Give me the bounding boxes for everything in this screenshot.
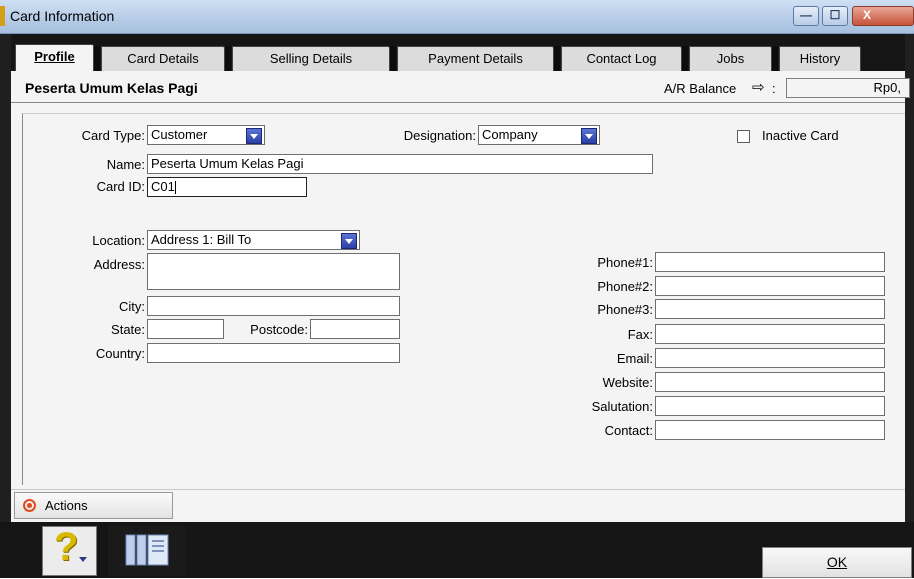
country-label: Country: bbox=[95, 346, 145, 361]
title-bar[interactable] bbox=[0, 0, 914, 34]
maximize-button[interactable]: ☐ bbox=[822, 6, 848, 26]
postcode-input[interactable] bbox=[310, 319, 400, 339]
ar-balance-colon: : bbox=[772, 81, 776, 96]
tab-label: Card Details bbox=[127, 51, 199, 66]
tab-selling-details[interactable]: Selling Details bbox=[232, 46, 390, 71]
ok-button[interactable]: OK bbox=[762, 547, 912, 578]
salutation-input[interactable] bbox=[655, 396, 885, 416]
text-cursor bbox=[174, 181, 176, 195]
help-icon: ? bbox=[54, 525, 79, 569]
location-value: Address 1: Bill To bbox=[151, 232, 252, 247]
state-input[interactable] bbox=[147, 319, 224, 339]
tab-label: Selling Details bbox=[269, 51, 353, 66]
ar-balance-label: A/R Balance bbox=[664, 81, 737, 96]
window-frame-left bbox=[0, 34, 11, 522]
address-label: Address: bbox=[93, 257, 145, 272]
tab-card-details[interactable]: Card Details bbox=[101, 46, 225, 71]
tab-jobs[interactable]: Jobs bbox=[689, 46, 772, 71]
tab-separator bbox=[682, 46, 688, 71]
state-label: State: bbox=[111, 322, 145, 337]
zoom-arrow-icon[interactable]: ⇨ bbox=[752, 78, 765, 96]
fax-label: Fax: bbox=[627, 327, 653, 342]
phone2-label: Phone#2: bbox=[597, 279, 653, 294]
name-input[interactable]: Peserta Umum Kelas Pagi bbox=[147, 154, 653, 174]
designation-label: Designation: bbox=[403, 128, 476, 143]
website-label: Website: bbox=[602, 375, 653, 390]
address-book-button[interactable] bbox=[108, 526, 186, 576]
window-title: Card Information bbox=[10, 8, 115, 24]
name-label: Name: bbox=[106, 157, 145, 172]
phone1-label: Phone#1: bbox=[597, 255, 653, 270]
phone2-input[interactable] bbox=[655, 276, 885, 296]
email-label: Email: bbox=[616, 351, 653, 366]
chevron-down-icon bbox=[79, 557, 87, 562]
location-select[interactable]: Address 1: Bill To bbox=[147, 230, 360, 250]
maximize-icon: ☐ bbox=[829, 8, 841, 22]
salutation-label: Salutation: bbox=[591, 399, 653, 414]
app-icon bbox=[0, 6, 5, 26]
contact-label: Contact: bbox=[604, 423, 653, 438]
contact-input[interactable] bbox=[655, 420, 885, 440]
tab-separator bbox=[94, 46, 100, 71]
card-type-value: Customer bbox=[151, 127, 208, 142]
card-id-input[interactable]: C01 bbox=[147, 177, 307, 197]
tab-label: Jobs bbox=[716, 51, 745, 66]
tab-separator bbox=[772, 46, 778, 71]
card-type-label: Card Type: bbox=[81, 128, 145, 143]
fax-input[interactable] bbox=[655, 324, 885, 344]
minimize-icon: — bbox=[800, 8, 812, 22]
card-id-value: C01 bbox=[151, 179, 175, 194]
location-label: Location: bbox=[92, 233, 145, 248]
email-input[interactable] bbox=[655, 348, 885, 368]
phone3-input[interactable] bbox=[655, 299, 885, 319]
tab-separator bbox=[390, 46, 396, 71]
actions-button[interactable]: Actions bbox=[14, 492, 173, 519]
minimize-button[interactable]: — bbox=[793, 6, 819, 26]
actions-icon bbox=[23, 499, 36, 512]
designation-value: Company bbox=[482, 127, 538, 142]
tab-profile[interactable]: Profile bbox=[15, 44, 94, 71]
designation-select[interactable]: Company bbox=[478, 125, 600, 145]
tab-label: Contact Log bbox=[586, 51, 657, 66]
actions-label: Actions bbox=[45, 498, 88, 513]
tab-history[interactable]: History bbox=[779, 46, 861, 71]
address-textarea[interactable] bbox=[147, 253, 400, 290]
inactive-card-label: Inactive Card bbox=[762, 128, 839, 143]
postcode-label: Postcode: bbox=[250, 322, 308, 337]
tab-label: Profile bbox=[34, 49, 75, 64]
website-input[interactable] bbox=[655, 372, 885, 392]
card-name-heading: Peserta Umum Kelas Pagi bbox=[25, 80, 198, 96]
card-type-select[interactable]: Customer bbox=[147, 125, 265, 145]
close-icon: X bbox=[863, 8, 872, 22]
ok-label: OK bbox=[826, 554, 848, 570]
tab-payment-details[interactable]: Payment Details bbox=[397, 46, 554, 71]
window-frame-right bbox=[905, 34, 914, 522]
chevron-down-icon[interactable] bbox=[341, 233, 357, 249]
phone1-input[interactable] bbox=[655, 252, 885, 272]
city-input[interactable] bbox=[147, 296, 400, 316]
tab-contact-log[interactable]: Contact Log bbox=[561, 46, 682, 71]
tab-label: History bbox=[799, 51, 841, 66]
phone3-label: Phone#3: bbox=[597, 302, 653, 317]
country-input[interactable] bbox=[147, 343, 400, 363]
chevron-down-icon[interactable] bbox=[246, 128, 262, 144]
city-label: City: bbox=[119, 299, 145, 314]
address-book-icon bbox=[125, 534, 169, 566]
help-button[interactable]: ? bbox=[42, 525, 97, 576]
inactive-card-checkbox[interactable] bbox=[737, 130, 750, 143]
tab-separator bbox=[225, 46, 231, 71]
tab-separator bbox=[554, 46, 560, 71]
card-id-label: Card ID: bbox=[96, 179, 145, 194]
ar-balance-field: Rp0, bbox=[786, 78, 910, 98]
close-button[interactable]: X bbox=[852, 6, 914, 26]
tab-label: Payment Details bbox=[428, 51, 523, 66]
chevron-down-icon[interactable] bbox=[581, 128, 597, 144]
